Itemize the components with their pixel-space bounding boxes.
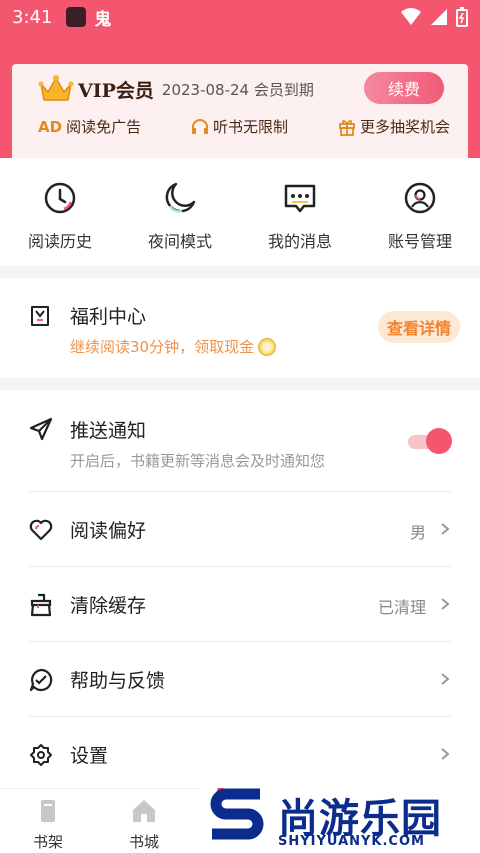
row-title: 设置 — [70, 745, 109, 767]
quick-label: 我的消息 — [267, 232, 332, 251]
quick-label: 账号管理 — [387, 232, 452, 251]
welfare-subtitle-text: 继续阅读30分钟，领取现金 — [70, 338, 255, 356]
push-toggle[interactable] — [406, 428, 452, 454]
tab-bookshelf[interactable]: 书架 — [0, 789, 96, 853]
chevron-right-icon — [441, 748, 450, 760]
message-icon — [284, 184, 316, 213]
row-value: 已清理 — [377, 598, 426, 617]
wifi-icon — [401, 8, 421, 25]
notification-app-icon — [66, 7, 87, 27]
vip-expire-date: 2023-08-24 会员到期 — [161, 80, 314, 99]
push-subtitle: 开启后，书籍更新等消息会及时通知您 — [70, 452, 326, 470]
notification-glyph: 鬼 — [94, 9, 112, 30]
perk-ad-free: AD 阅读免广告 — [38, 116, 141, 137]
perk-label: 阅读免广告 — [66, 118, 142, 136]
push-title: 推送通知 — [70, 420, 147, 442]
section-divider — [0, 266, 480, 278]
row-title: 清除缓存 — [70, 595, 147, 617]
reading-preference-row[interactable]: 阅读偏好 男 — [28, 492, 452, 567]
welfare-icon — [31, 306, 49, 326]
quick-actions: 阅读历史 夜间模式 我的消息 账号管理 — [0, 158, 480, 266]
status-time: 3:41 — [12, 6, 53, 28]
quick-reading-history[interactable]: 阅读历史 — [0, 158, 120, 266]
chevron-right-icon — [441, 523, 450, 535]
watermark: 尚游乐园 SHYIYUANYK.COM — [200, 782, 480, 853]
watermark-logo-icon — [210, 788, 264, 840]
send-icon — [29, 417, 53, 441]
row-title: 阅读偏好 — [70, 520, 147, 542]
quick-label: 夜间模式 — [147, 232, 212, 251]
moon-icon — [165, 182, 196, 213]
welfare-subtitle: 继续阅读30分钟，领取现金 — [70, 336, 277, 357]
help-icon — [29, 668, 53, 692]
renew-button[interactable]: 续费 — [364, 72, 444, 104]
broom-icon — [30, 593, 52, 617]
quick-account-manage[interactable]: 账号管理 — [360, 158, 480, 266]
headphones-icon — [192, 118, 209, 134]
perk-label: 更多抽奖机会 — [359, 118, 450, 136]
welfare-title: 福利中心 — [70, 306, 147, 328]
ad-icon: AD — [38, 117, 63, 136]
signal-icon — [431, 9, 447, 25]
clear-cache-row[interactable]: 清除缓存 已清理 — [28, 567, 452, 642]
push-notification-row: 推送通知 开启后，书籍更新等消息会及时通知您 — [28, 390, 452, 492]
tab-label: 书城 — [128, 833, 159, 851]
row-title: 帮助与反馈 — [70, 670, 166, 692]
gift-icon — [339, 119, 355, 136]
chevron-right-icon — [441, 598, 450, 610]
quick-label: 阅读历史 — [27, 232, 92, 251]
status-bar: 3:41 鬼 — [0, 0, 480, 34]
quick-night-mode[interactable]: 夜间模式 — [120, 158, 240, 266]
vip-card[interactable]: VIP会员 2023-08-24 会员到期 续费 AD 阅读免广告 听书无限制 … — [12, 64, 468, 158]
chevron-right-icon — [441, 673, 450, 685]
toggle-knob — [426, 428, 452, 454]
tab-bookstore[interactable]: 书城 — [96, 789, 192, 853]
perk-label: 听书无限制 — [213, 118, 289, 136]
coin-icon — [258, 337, 277, 356]
settings-list: 推送通知 开启后，书籍更新等消息会及时通知您 阅读偏好 男 清除缓存 已清理 帮… — [0, 390, 480, 792]
section-divider — [0, 378, 480, 390]
row-value: 男 — [409, 523, 426, 542]
quick-my-messages[interactable]: 我的消息 — [240, 158, 360, 266]
view-details-button[interactable]: 查看详情 — [378, 311, 460, 343]
tab-label: 书架 — [32, 833, 63, 851]
battery-icon — [456, 7, 468, 27]
watermark-url: SHYIYUANYK.COM — [278, 834, 425, 849]
perk-audiobook: 听书无限制 — [191, 116, 288, 137]
welfare-center[interactable]: 福利中心 继续阅读30分钟，领取现金 查看详情 — [0, 278, 480, 378]
vip-title: VIP会员 — [78, 79, 154, 102]
account-icon — [404, 182, 436, 214]
crown-icon — [38, 75, 74, 101]
settings-row[interactable]: 设置 — [28, 717, 452, 792]
clock-icon — [44, 182, 76, 214]
perk-lottery: 更多抽奖机会 — [338, 116, 450, 137]
bookshelf-icon — [41, 800, 55, 822]
gear-icon — [30, 744, 52, 766]
bookstore-icon — [133, 800, 155, 822]
heart-icon — [29, 519, 53, 541]
help-feedback-row[interactable]: 帮助与反馈 — [28, 642, 452, 717]
